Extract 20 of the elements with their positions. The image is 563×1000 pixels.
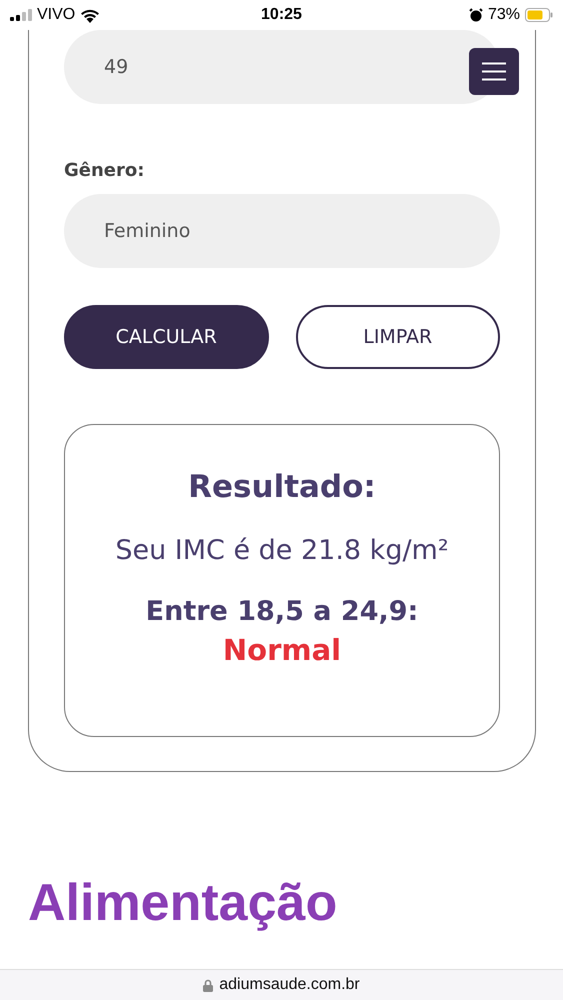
menu-icon [482,62,506,81]
menu-button[interactable] [469,48,519,95]
range-text: Entre 18,5 a 24,9: [146,596,418,627]
gender-field[interactable]: Feminino [64,194,500,268]
category-text: Normal [222,633,342,667]
section-heading: Alimentação [28,873,338,934]
signal-icon [10,9,32,21]
url-text: adiumsaude.com.br [219,976,360,994]
carrier-name: VIVO [37,6,76,24]
result-title: Resultado: [188,469,376,505]
alarm-icon [468,8,483,22]
calculate-button[interactable]: CALCULAR [64,305,268,369]
battery-icon [524,8,553,22]
wifi-icon [80,8,100,22]
clear-button[interactable]: LIMPAR [296,305,500,369]
clock-time: 10:25 [261,6,302,24]
battery-percent: 73% [488,6,520,24]
gender-label: Gênero: [64,160,146,181]
bmi-text: Seu IMC é de 21.8 kg/m² [115,535,449,566]
lock-icon [203,978,214,992]
